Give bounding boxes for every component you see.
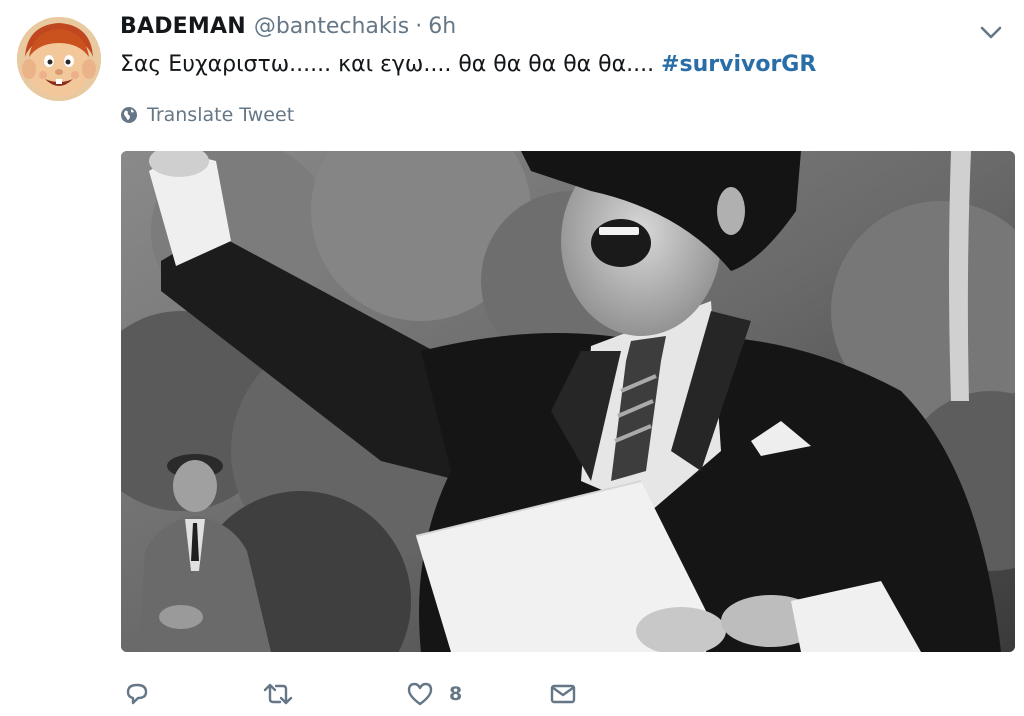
- tweet-header: BADEMAN @bantechakis · 6h: [120, 14, 456, 46]
- display-name[interactable]: BADEMAN: [120, 14, 246, 39]
- hashtag-link[interactable]: #survivorGR: [661, 52, 816, 77]
- translate-label[interactable]: Translate Tweet: [147, 104, 294, 126]
- like-count: 8: [449, 683, 463, 705]
- retweet-icon: [263, 683, 293, 705]
- tweet-actions: 8: [120, 676, 820, 712]
- timestamp[interactable]: 6h: [428, 14, 456, 39]
- tweet-text: Σας Ευχαριστω...... και εγω.... θα θα θα…: [120, 52, 816, 77]
- reply-button[interactable]: [122, 676, 152, 712]
- user-handle[interactable]: @bantechakis: [254, 14, 409, 39]
- like-button[interactable]: 8: [405, 676, 462, 712]
- tweet-card[interactable]: BADEMAN @bantechakis · 6h Σας Ευχαριστω.…: [0, 0, 1024, 716]
- separator-dot: ·: [415, 14, 423, 39]
- tweet-photo[interactable]: [121, 151, 1015, 652]
- chevron-down-icon[interactable]: [978, 22, 1004, 42]
- tweet-body: Σας Ευχαριστω...... και εγω.... θα θα θα…: [120, 52, 662, 77]
- avatar[interactable]: [17, 17, 101, 101]
- reply-icon: [126, 683, 148, 705]
- envelope-icon: [550, 684, 576, 704]
- globe-icon: [121, 107, 137, 123]
- heart-icon: [407, 682, 433, 706]
- retweet-button[interactable]: [260, 676, 296, 712]
- direct-message-button[interactable]: [548, 676, 578, 712]
- translate-tweet-link[interactable]: Translate Tweet: [120, 102, 294, 128]
